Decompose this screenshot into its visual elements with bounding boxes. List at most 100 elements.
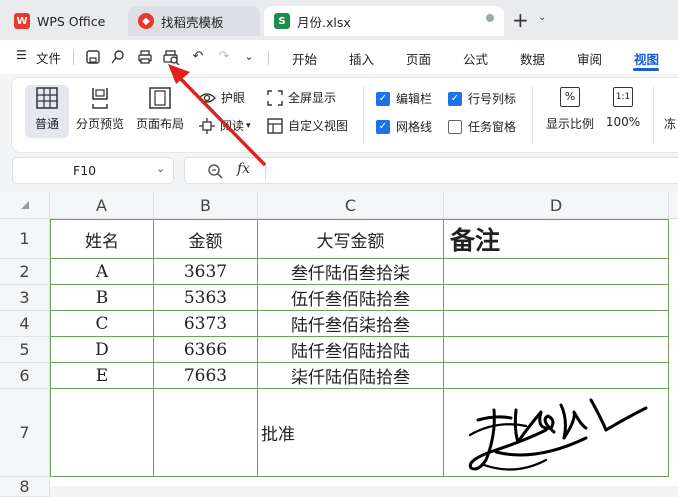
tab-list-chevron-icon[interactable]: ⌄ (538, 12, 546, 23)
zoom-ratio-label: 显示比例 (545, 117, 594, 131)
formula-bar-checkbox[interactable]: ✓ 编辑栏 (376, 90, 432, 107)
zoom-100-label: 100% (605, 115, 641, 129)
tab-spreadsheet-file[interactable]: S 月份.xlsx (264, 6, 504, 36)
tab-review[interactable]: 审阅 (577, 49, 602, 68)
cell-a7[interactable] (50, 389, 154, 477)
freeze-label: 冻 (664, 117, 677, 131)
row-header-3[interactable]: 3 (0, 285, 50, 311)
cell-a6[interactable]: E (50, 363, 154, 389)
cell-b6[interactable]: 7663 (154, 363, 258, 389)
normal-view-label: 普通 (34, 117, 59, 131)
page-break-preview-button[interactable]: 分页预览 (74, 87, 126, 132)
cell-c1[interactable]: 大写金额 (258, 219, 444, 259)
cell-b4[interactable]: 6373 (154, 311, 258, 337)
cell-a5[interactable]: D (50, 337, 154, 363)
cell-b3[interactable]: 5363 (154, 285, 258, 311)
ribbon-divider (653, 86, 654, 144)
sheet-grid: A B C D 1 2 3 4 5 6 7 8 姓名 金额 大写金额 备注 A3… (0, 192, 678, 497)
task-pane-label: 任务窗格 (468, 120, 517, 134)
row-header-8[interactable]: 8 (0, 477, 50, 497)
hamburger-icon[interactable]: ☰ (16, 48, 27, 62)
cell-d6[interactable] (444, 363, 669, 389)
cell-d7[interactable] (444, 389, 669, 477)
task-pane-checkbox[interactable]: 任务窗格 (448, 118, 516, 135)
fullscreen-button[interactable]: 全屏显示 (267, 89, 336, 106)
cell-c5[interactable]: 陆仟叁佰陆拾陆 (258, 337, 444, 363)
percent-icon: % (560, 87, 580, 107)
save-icon[interactable] (85, 49, 101, 65)
column-header-c[interactable]: C (258, 192, 444, 219)
row-header-1[interactable]: 1 (0, 219, 50, 259)
cell-b1[interactable]: 金额 (154, 219, 258, 259)
normal-grid-icon (36, 87, 58, 109)
row-header-6[interactable]: 6 (0, 363, 50, 389)
normal-view-button[interactable]: 普通 (25, 87, 69, 132)
custom-view-button[interactable]: 自定义视图 (267, 117, 348, 134)
cell-c3[interactable]: 伍仟叁佰陆拾叁 (258, 285, 444, 311)
one-to-one-icon: 1:1 (613, 87, 633, 107)
tab-wps-office[interactable]: W WPS Office (4, 6, 124, 36)
row-header-7[interactable]: 7 (0, 389, 50, 477)
cell-d2[interactable] (444, 259, 669, 285)
checkbox-unchecked-icon (448, 119, 462, 134)
tab-insert[interactable]: 插入 (349, 49, 374, 68)
zoom-ratio-button[interactable]: % 显示比例 (542, 87, 598, 132)
cell-d1[interactable]: 备注 (444, 219, 669, 259)
column-header-e[interactable] (669, 192, 678, 219)
menu-divider (73, 50, 74, 65)
row-header-5[interactable]: 5 (0, 337, 50, 363)
column-header-d[interactable]: D (444, 192, 669, 219)
tab-wps-label: WPS Office (37, 13, 106, 29)
gridlines-label: 网格线 (396, 120, 433, 134)
checkbox-checked-icon: ✓ (376, 119, 390, 134)
spreadsheet-icon: S (274, 13, 290, 29)
tab-page[interactable]: 页面 (406, 49, 431, 68)
custom-view-label: 自定义视图 (288, 119, 349, 133)
tab-file-label: 月份.xlsx (297, 14, 351, 30)
zoom-100-button[interactable]: 1:1 100% (604, 87, 642, 129)
gridlines-checkbox[interactable]: ✓ 网格线 (376, 118, 432, 135)
file-menu[interactable]: 文件 (36, 48, 61, 67)
checkbox-checked-icon: ✓ (448, 91, 462, 106)
cell-c7[interactable]: 批准 (258, 389, 444, 477)
cell-c6[interactable]: 柒仟陆佰陆拾叁 (258, 363, 444, 389)
tab-template[interactable]: ◆ 找稻壳模板 (128, 6, 260, 36)
column-header-a[interactable]: A (50, 192, 154, 219)
cell-b2[interactable]: 3637 (154, 259, 258, 285)
cell-a1[interactable]: 姓名 (50, 219, 154, 259)
cell-d5[interactable] (444, 337, 669, 363)
row-header-2[interactable]: 2 (0, 259, 50, 285)
wps-logo-icon: W (14, 13, 30, 29)
close-tab-icon[interactable] (486, 14, 494, 22)
headings-checkbox[interactable]: ✓ 行号列标 (448, 90, 516, 107)
row-header-4[interactable]: 4 (0, 311, 50, 337)
cell-d4[interactable] (444, 311, 669, 337)
tab-home[interactable]: 开始 (292, 49, 317, 68)
cell-d3[interactable] (444, 285, 669, 311)
tab-view[interactable]: 视图 (634, 49, 659, 68)
tab-data[interactable]: 数据 (520, 49, 545, 68)
name-box-value: F10 (73, 163, 97, 178)
title-tab-strip: W WPS Office ◆ 找稻壳模板 S 月份.xlsx + ⌄ (0, 0, 678, 40)
freeze-panes-button[interactable]: 冻 (664, 115, 678, 132)
page-break-label: 分页预览 (75, 117, 124, 131)
name-box[interactable]: F10 ⌄ (12, 157, 174, 184)
menu-bar: ☰ 文件 ↶ ↷ ⌄ 开始 插入 页面 公式 数据 审阅 视图 (0, 40, 678, 74)
column-header-b[interactable]: B (154, 192, 258, 219)
tab-formula[interactable]: 公式 (463, 49, 488, 68)
output-pdf-icon[interactable] (110, 49, 126, 65)
cell-a2[interactable]: A (50, 259, 154, 285)
page-break-icon (92, 88, 108, 109)
cell-c2[interactable]: 叁仟陆佰叁拾柒 (258, 259, 444, 285)
active-tab-indicator (633, 68, 659, 71)
formula-bar-label: 编辑栏 (396, 92, 433, 106)
new-tab-button[interactable]: + (512, 8, 529, 32)
cell-b5[interactable]: 6366 (154, 337, 258, 363)
view-ribbon: 普通 分页预览 页面布局 护眼 阅读 ▾ 全屏显示 自定义视图 ✓ 编辑栏 ✓ … (12, 78, 678, 152)
cell-c4[interactable]: 陆仟叁佰柒拾叁 (258, 311, 444, 337)
cell-b7[interactable] (154, 389, 258, 477)
print-icon[interactable] (137, 49, 153, 65)
cell-a4[interactable]: C (50, 311, 154, 337)
select-all-corner[interactable] (0, 192, 50, 219)
cell-a3[interactable]: B (50, 285, 154, 311)
